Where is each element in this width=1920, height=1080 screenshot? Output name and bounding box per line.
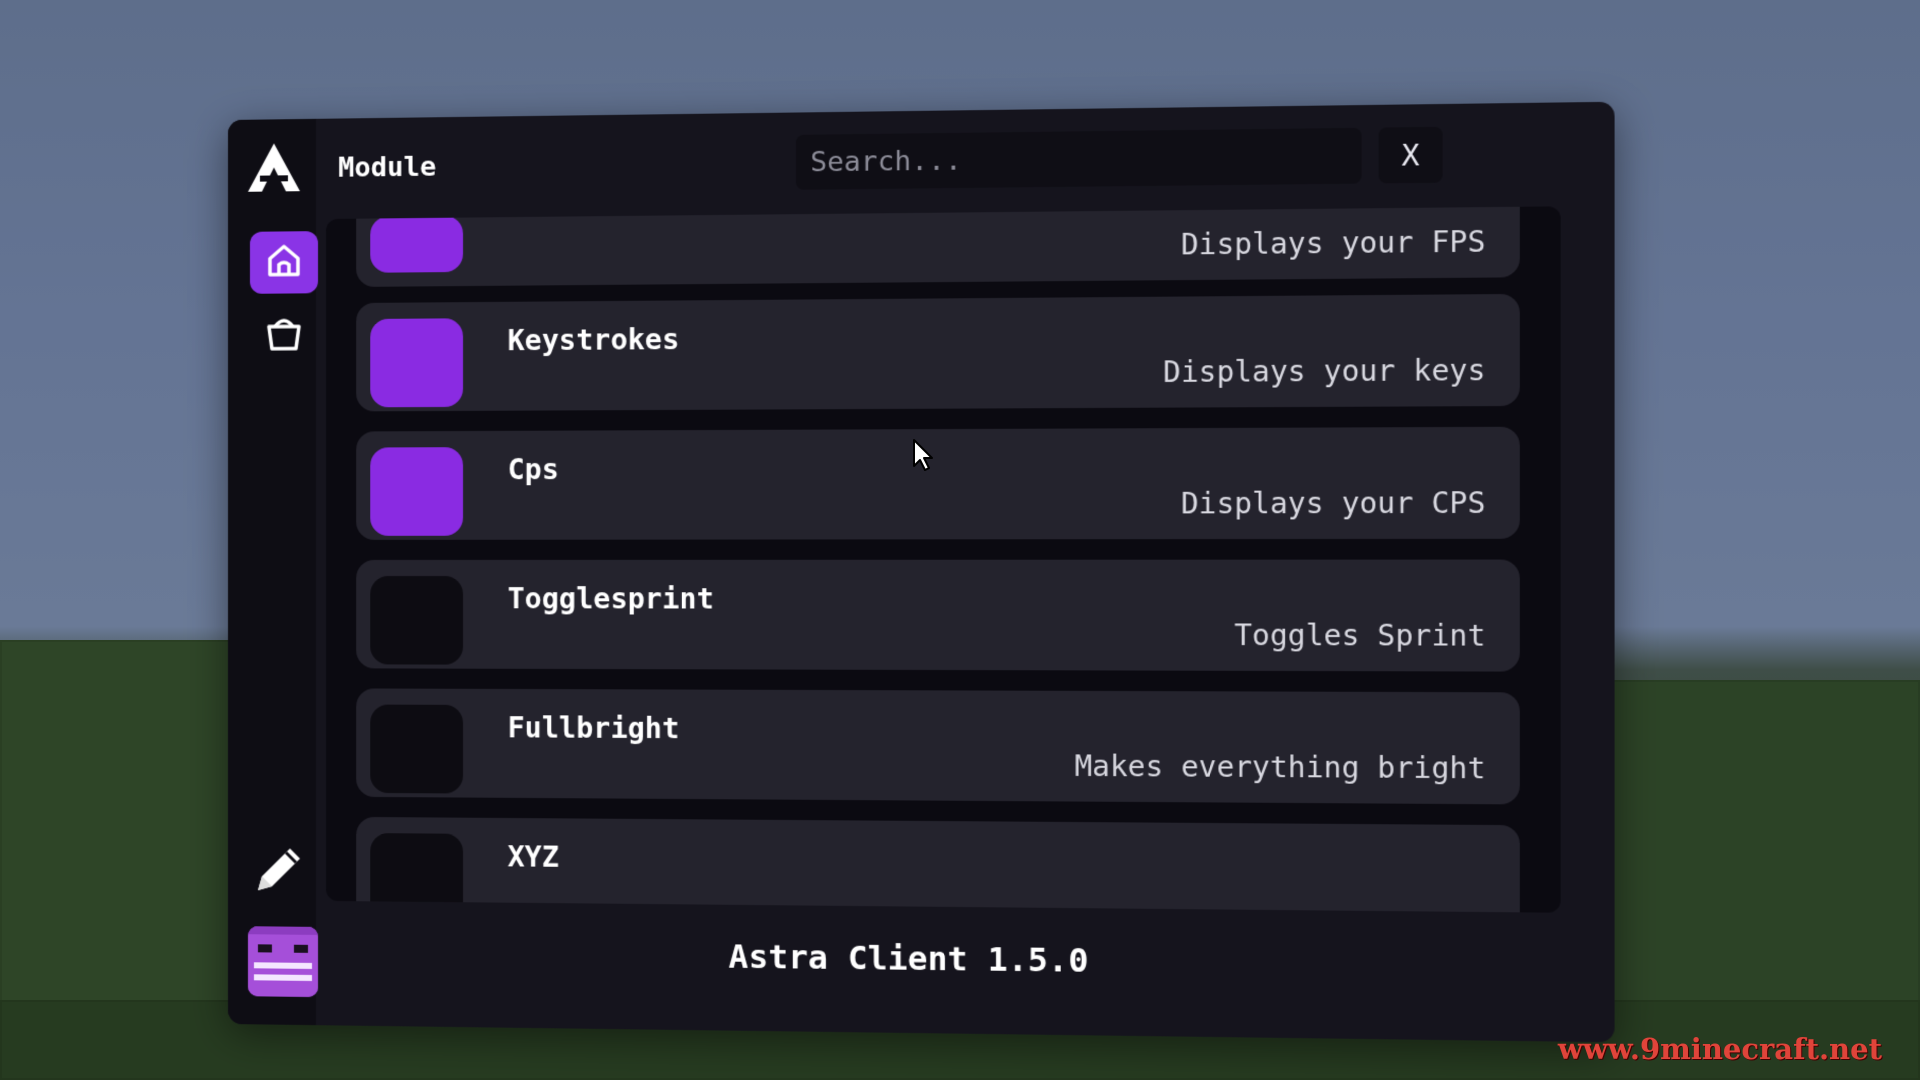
mouse-cursor-icon: [912, 438, 936, 472]
module-description: Makes everything bright: [1074, 749, 1486, 786]
bag-icon: [263, 312, 305, 356]
module-panel: Module X Displays your FPS Keystrokes Di…: [228, 101, 1615, 1043]
module-row-togglesprint[interactable]: Togglesprint Toggles Sprint: [356, 559, 1520, 672]
module-toggle[interactable]: [370, 318, 464, 408]
sidebar-item-home[interactable]: [249, 231, 319, 294]
edit-hud-button[interactable]: [248, 838, 310, 901]
search-input[interactable]: [795, 127, 1362, 190]
module-row-keystrokes[interactable]: Keystrokes Displays your keys: [356, 293, 1520, 412]
watermark: www.9minecraft.net: [1557, 1032, 1882, 1066]
module-description: Displays your FPS: [1180, 224, 1486, 262]
close-button[interactable]: X: [1378, 126, 1443, 184]
module-row-cps[interactable]: Cps Displays your CPS: [356, 426, 1520, 540]
module-description: Toggles Sprint: [1234, 618, 1486, 653]
module-list[interactable]: Displays your FPS Keystrokes Displays yo…: [326, 206, 1561, 913]
module-toggle[interactable]: [370, 447, 464, 536]
module-toggle[interactable]: [370, 833, 464, 913]
module-row-fps[interactable]: Displays your FPS: [356, 206, 1520, 287]
home-icon: [264, 240, 304, 284]
version-label: Astra Client 1.5.0: [728, 937, 1089, 980]
module-name: Togglesprint: [507, 582, 714, 616]
module-description: Displays your keys: [1163, 353, 1486, 390]
module-row-xyz[interactable]: XYZ: [356, 816, 1520, 913]
module-toggle[interactable]: [370, 576, 464, 665]
module-toggle[interactable]: [370, 215, 464, 273]
pencil-icon: [248, 885, 310, 905]
close-icon: X: [1401, 137, 1420, 173]
sidebar-item-shop[interactable]: [250, 303, 318, 366]
sidebar: [228, 118, 319, 1026]
module-name: Fullbright: [507, 711, 680, 746]
module-row-fullbright[interactable]: Fullbright Makes everything bright: [356, 688, 1520, 805]
astra-logo-icon: [246, 141, 302, 194]
module-name: Cps: [507, 452, 559, 487]
module-name: XYZ: [507, 840, 559, 874]
page-title: Module: [338, 151, 437, 184]
module-name: Keystrokes: [507, 322, 680, 358]
module-description: Displays your CPS: [1180, 485, 1486, 521]
module-toggle[interactable]: [370, 704, 464, 794]
